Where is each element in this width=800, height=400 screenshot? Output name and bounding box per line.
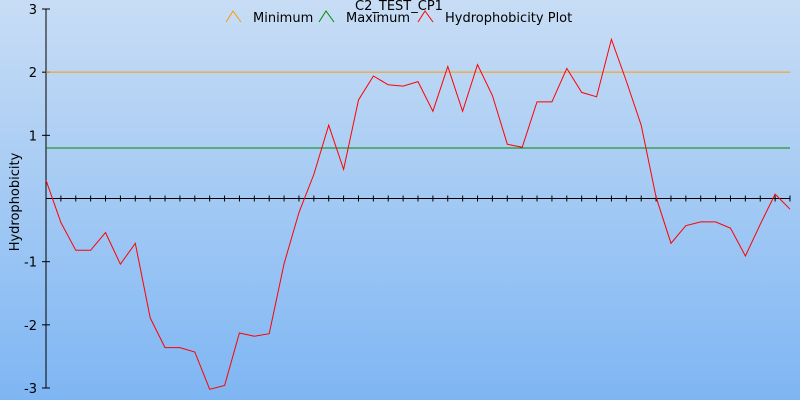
hydrophobicity-chart: C2_TEST_CP1 Minimum Maximum Hydrophobicity… bbox=[0, 0, 800, 400]
y-tick-label: -1 bbox=[24, 256, 37, 271]
y-tick-label: 3 bbox=[29, 3, 37, 18]
legend: Minimum Maximum Hydrophobicity Plot bbox=[225, 10, 572, 26]
legend-label-maximum: Maximum bbox=[346, 11, 410, 26]
y-tick-label: -2 bbox=[24, 319, 37, 334]
y-tick-label: 1 bbox=[29, 129, 37, 144]
legend-label-hydrophobicity-plot: Hydrophobicity Plot bbox=[445, 11, 572, 26]
y-tick-label: 2 bbox=[29, 66, 37, 81]
y-axis-label: Hydrophobicity bbox=[8, 152, 23, 251]
legend-label-minimum: Minimum bbox=[253, 11, 313, 26]
y-tick-label: -3 bbox=[24, 382, 37, 397]
chart-canvas: C2_TEST_CP1 Minimum Maximum Hydrophobicity… bbox=[0, 0, 800, 400]
